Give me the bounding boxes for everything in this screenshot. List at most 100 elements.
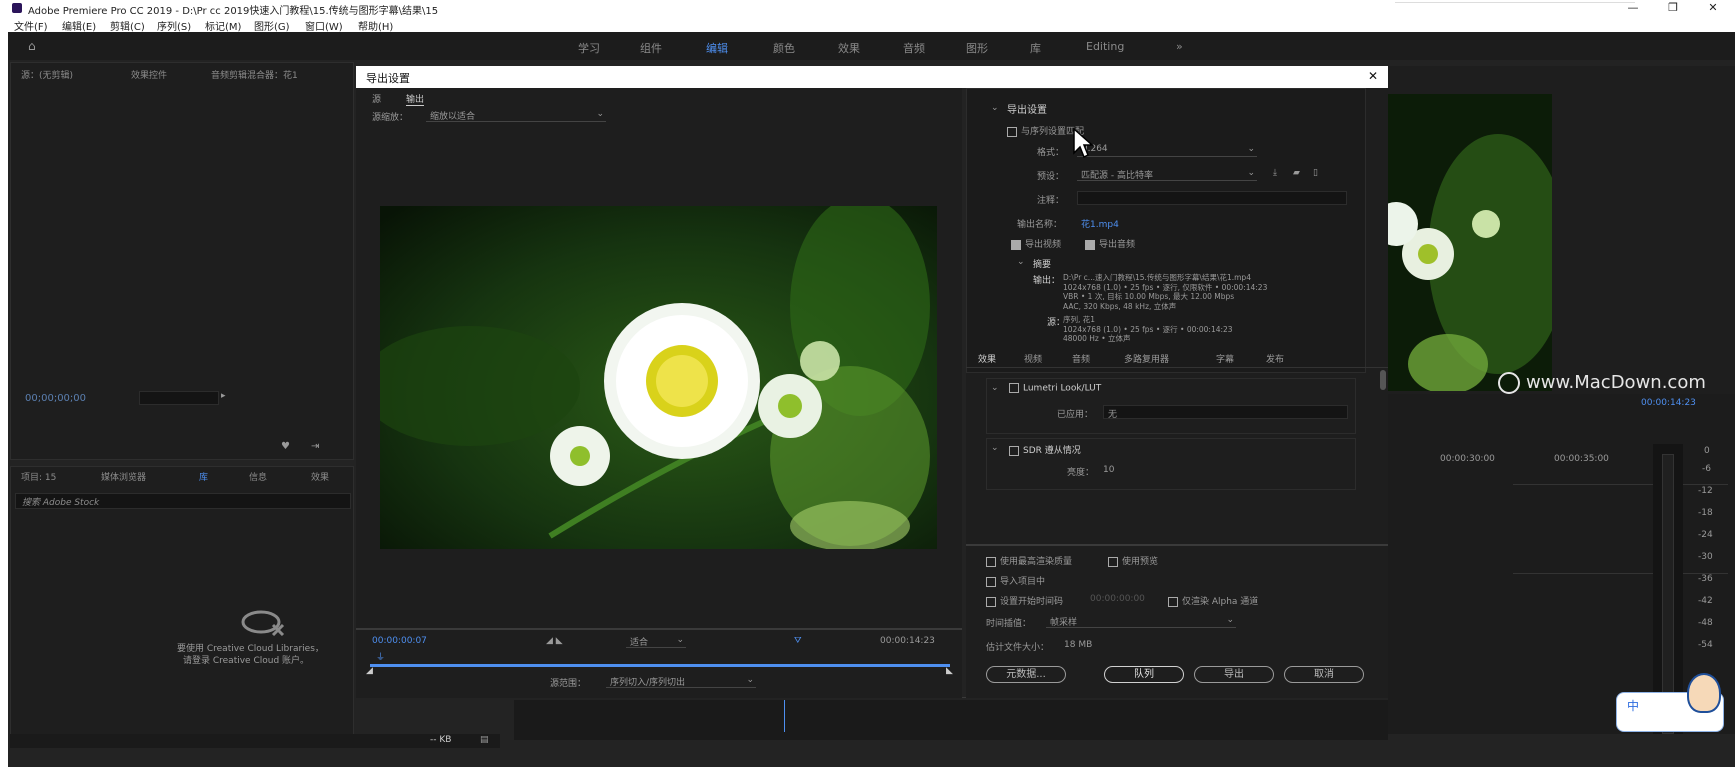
export-settings-chevron-icon[interactable]: ⌄ (991, 103, 999, 113)
cancel-button[interactable]: 取消 (1284, 666, 1364, 683)
render-alpha-checkbox[interactable]: 仅渲染 Alpha 通道 (1168, 594, 1258, 607)
mark-in-icon[interactable]: ◢ ◣ (546, 636, 563, 646)
tab-audio-mixer[interactable]: 音频剪辑混合器：花1 (211, 68, 298, 81)
menu-file[interactable]: 文件(F) (14, 18, 48, 33)
playhead[interactable] (784, 700, 785, 732)
metadata-button[interactable]: 元数据... (986, 666, 1066, 683)
sdr-checkbox[interactable]: SDR 遵从情况 (1009, 443, 1081, 456)
sdr-chevron-icon[interactable]: ⌄ (991, 443, 999, 453)
home-icon[interactable]: ⌂ (28, 39, 36, 53)
applied-dropdown[interactable]: 无 (1103, 405, 1348, 420)
menu-markers[interactable]: 标记(M) (205, 18, 241, 33)
comment-field[interactable] (1077, 191, 1347, 205)
workspace-overflow-icon[interactable]: » (1176, 40, 1183, 53)
tab-source-preview[interactable]: 源 (372, 92, 381, 105)
menu-edit[interactable]: 编辑(E) (62, 18, 96, 33)
menu-graphics[interactable]: 图形(G) (254, 18, 290, 33)
track-area[interactable] (1513, 484, 1728, 574)
time-interp-label: 时间插值： (986, 619, 1032, 629)
step-icon[interactable]: ⇥ (311, 441, 319, 452)
tab-effects-panel[interactable]: 效果 (311, 470, 329, 483)
workspace-tab-audio[interactable]: 音频 (903, 40, 925, 56)
export-audio-checkbox[interactable]: 导出音频 (1085, 237, 1135, 250)
source-timecode: 00;00;00;00 (25, 393, 87, 404)
options-divider (966, 544, 1388, 546)
dialog-close-icon[interactable]: ✕ (1368, 69, 1378, 83)
lumetri-checkbox[interactable]: Lumetri Look/LUT (1009, 383, 1101, 394)
lumetri-chevron-icon[interactable]: ⌄ (991, 383, 999, 393)
stock-search-field[interactable]: 搜索 Adobe Stock (15, 493, 351, 509)
tab-captions-settings[interactable]: 字幕 (1216, 352, 1234, 365)
range-end-handle[interactable]: ◣ (946, 666, 953, 676)
fit-dropdown[interactable]: 适合 ⌄ (626, 634, 686, 648)
ime-mode-label[interactable]: 中 (1627, 697, 1639, 714)
workspace-tab-editing-custom[interactable]: Editing (1086, 40, 1124, 53)
export-video-checkbox[interactable]: 导出视频 (1011, 237, 1061, 250)
max-render-checkbox[interactable]: 使用最高渲染质量 (986, 554, 1072, 567)
workspace-tab-libraries[interactable]: 库 (1030, 40, 1041, 56)
menu-help[interactable]: 帮助(H) (358, 18, 393, 33)
source-zoom-field[interactable] (139, 391, 219, 405)
maximize-icon[interactable]: ❐ (1658, 0, 1688, 16)
queue-button[interactable]: 队列 (1104, 666, 1184, 683)
watermark-text: www.MacDown.com (1526, 372, 1706, 393)
import-project-checkbox[interactable]: 导入项目中 (986, 574, 1045, 587)
tab-info[interactable]: 信息 (249, 470, 267, 483)
set-timecode-value[interactable]: 00:00:00:00 (1090, 594, 1145, 604)
save-preset-icon[interactable]: ⤓ (1273, 168, 1277, 178)
status-size: -- KB (430, 735, 452, 745)
aspect-icon[interactable]: ⛛ (794, 636, 802, 646)
import-preset-icon[interactable]: ▰ (1293, 168, 1300, 178)
time-interp-dropdown[interactable]: 帧采样 ⌄ (1046, 614, 1236, 628)
preset-dropdown[interactable]: 匹配源 - 高比特率 ⌄ (1077, 167, 1257, 181)
tab-video-settings[interactable]: 视频 (1024, 352, 1042, 365)
menu-sequence[interactable]: 序列(S) (157, 18, 191, 33)
summary-chevron-icon[interactable]: ⌄ (1017, 257, 1025, 267)
tab-output-preview[interactable]: 输出 (406, 92, 425, 106)
marker-icon[interactable]: ♥ (281, 441, 290, 452)
workspace-tab-editing[interactable]: 编辑 (706, 40, 728, 56)
menu-clip[interactable]: 剪辑(C) (110, 18, 145, 33)
workspace-tab-effects[interactable]: 效果 (838, 40, 860, 56)
workspace-tab-learn[interactable]: 学习 (578, 40, 600, 56)
timeline-panel: 00:00:14:23 00:00:30:00 00:00:35:00 0 -6… (1388, 394, 1735, 734)
workspace-tab-graphics[interactable]: 图形 (966, 40, 988, 56)
workspace-tab-assembly[interactable]: 组件 (640, 40, 662, 56)
tab-publish-settings[interactable]: 发布 (1266, 352, 1284, 365)
scaling-dropdown[interactable]: 缩放以适合 ⌄ (426, 108, 606, 122)
menu-window[interactable]: 窗口(W) (305, 18, 343, 33)
tab-multiplexer-settings[interactable]: 多路复用器 (1124, 352, 1169, 365)
tab-audio-settings[interactable]: 音频 (1072, 352, 1090, 365)
time-interp-value: 帧采样 (1050, 618, 1078, 628)
ime-widget[interactable]: 中 (1616, 673, 1724, 732)
close-window-icon[interactable]: ✕ (1698, 0, 1728, 16)
workspace-tab-color[interactable]: 颜色 (773, 40, 795, 56)
sdr-title: SDR 遵从情况 (1023, 446, 1081, 456)
output-name-link[interactable]: 花1.mp4 (1081, 217, 1119, 230)
tab-source[interactable]: 源：(无剪辑) (21, 68, 73, 81)
source-monitor-panel: 源：(无剪辑) 效果控件 音频剪辑混合器：花1 00;00;00;00 ▸ ♥ … (10, 62, 354, 460)
source-play-icon[interactable]: ▸ (221, 391, 226, 401)
preview-scrubber[interactable] (370, 664, 950, 667)
use-preview-checkbox[interactable]: 使用预览 (1108, 554, 1158, 567)
summary-source-line: 48000 Hz • 立体声 (1063, 334, 1131, 343)
set-timecode-checkbox[interactable]: 设置开始时间码 (986, 594, 1063, 607)
range-start-handle[interactable]: ◢ (366, 666, 373, 676)
delete-preset-icon[interactable]: ▯ (1313, 168, 1318, 178)
tab-project[interactable]: 项目: 15 (21, 470, 56, 483)
source-range-dropdown[interactable]: 序列切入/序列切出 ⌄ (606, 674, 756, 688)
playhead-marker-icon[interactable]: ⏚ (376, 650, 385, 663)
settings-scrollbar[interactable] (1380, 370, 1386, 390)
tab-media-browser[interactable]: 媒体浏览器 (101, 470, 146, 483)
minimize-icon[interactable]: — (1618, 0, 1648, 16)
tab-effects-settings[interactable]: 效果 (978, 352, 996, 365)
fit-value: 适合 (630, 638, 649, 648)
tab-effect-controls[interactable]: 效果控件 (131, 68, 167, 81)
watermark-logo-icon (1498, 372, 1520, 394)
brightness-value[interactable]: 10 (1103, 465, 1114, 475)
tab-libraries[interactable]: 库 (199, 470, 208, 483)
meter-label-48: -48 (1698, 618, 1713, 628)
format-dropdown[interactable]: H.264 ⌄ (1077, 143, 1257, 157)
export-button[interactable]: 导出 (1194, 666, 1274, 683)
scaling-chevron-icon: ⌄ (596, 109, 604, 119)
